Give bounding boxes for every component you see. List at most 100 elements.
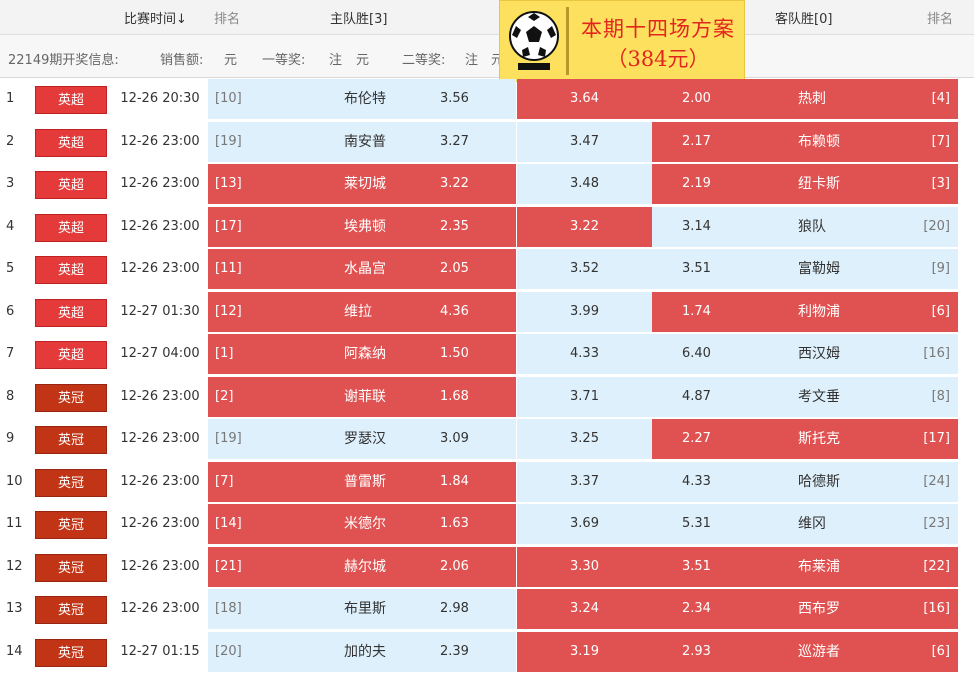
promo-divider	[566, 7, 569, 75]
away-team: 布赖顿	[798, 133, 840, 150]
away-win-cell[interactable]: 2.19 纽卡斯 [3]	[652, 164, 958, 204]
away-win-cell[interactable]: 4.87 考文垂 [8]	[652, 376, 958, 417]
draw-odds-cell[interactable]: 4.33	[517, 334, 652, 374]
row-edge-cell	[958, 589, 974, 629]
league-badge[interactable]: 英超	[35, 128, 107, 157]
away-win-cell[interactable]: 4.33 哈德斯 [24]	[652, 461, 958, 502]
away-odds: 4.87	[682, 388, 711, 404]
home-odds: 2.06	[440, 558, 469, 574]
league-badge[interactable]: 英冠	[35, 468, 107, 497]
second-prize-label: 二等奖:	[402, 53, 446, 68]
away-odds: 5.31	[682, 516, 711, 531]
home-win-cell[interactable]: [2] 谢菲联 1.68	[208, 376, 516, 417]
draw-odds-cell[interactable]: 3.30	[517, 546, 652, 587]
home-win-cell[interactable]: [20] 加的夫 2.39	[208, 631, 516, 672]
away-win-cell[interactable]: 6.40 西汉姆 [16]	[652, 334, 958, 374]
match-time: 12-26 23:00	[112, 248, 208, 291]
draw-odds-cell[interactable]: 3.71	[517, 376, 652, 417]
draw-odds-cell[interactable]: 3.22	[517, 206, 652, 247]
away-win-cell[interactable]: 5.31 维冈 [23]	[652, 504, 958, 544]
home-win-cell[interactable]: [10] 布伦特 3.56	[208, 79, 516, 119]
sort-by-time-header[interactable]: 比赛时间↓	[124, 8, 187, 27]
away-win-cell[interactable]: 2.17 布赖顿 [7]	[652, 121, 958, 162]
home-win-cell[interactable]: [19] 南安普 3.27	[208, 121, 516, 162]
match-number: 1	[0, 78, 35, 121]
away-odds: 2.00	[682, 91, 711, 106]
away-team: 西布罗	[798, 601, 840, 617]
home-win-cell[interactable]: [11] 水晶宫 2.05	[208, 249, 516, 289]
league-badge[interactable]: 英超	[35, 341, 107, 369]
draw-odds-cell[interactable]: 3.19	[517, 631, 652, 672]
away-rank: [22]	[923, 558, 950, 574]
home-win-cell[interactable]: [7] 普雷斯 1.84	[208, 461, 516, 502]
table-row: 13 英冠 12-26 23:00 [18] 布里斯 2.98 3.24 2.34 西布罗 [16…	[0, 588, 974, 631]
draw-info-bar: 22149期开奖信息: 销售额: 元 一等奖: 注 元 二等奖: 注 元	[0, 35, 974, 78]
away-odds: 2.17	[682, 133, 711, 149]
draw-odds-cell[interactable]: 3.37	[517, 461, 652, 502]
away-win-cell[interactable]: 2.00 热刺 [4]	[652, 79, 958, 119]
home-odds: 2.05	[440, 261, 469, 276]
row-edge-cell	[958, 121, 974, 162]
away-win-cell[interactable]: 1.74 利物浦 [6]	[652, 291, 958, 332]
home-odds: 1.68	[440, 388, 469, 404]
promo-banner[interactable]: 本期十四场方案 （384元）	[499, 0, 745, 82]
row-edge-cell	[958, 206, 974, 247]
home-team: 罗瑟汉	[344, 431, 386, 447]
home-win-cell[interactable]: [13] 莱切城 3.22	[208, 164, 516, 204]
home-rank: [21]	[215, 558, 242, 574]
away-win-cell[interactable]: 2.34 西布罗 [16]	[652, 589, 958, 629]
home-odds: 3.27	[440, 133, 469, 149]
away-rank: [16]	[923, 601, 950, 616]
draw-odds-cell[interactable]: 3.25	[517, 419, 652, 459]
first-prize-count-unit: 注	[329, 53, 343, 68]
draw-odds-cell[interactable]: 3.48	[517, 164, 652, 204]
away-team: 哈德斯	[798, 473, 840, 490]
table-row: 6 英超 12-27 01:30 [12] 维拉 4.36 3.99 1.74 利物浦 [6]	[0, 290, 974, 333]
draw-odds-cell[interactable]: 3.52	[517, 249, 652, 289]
away-win-cell[interactable]: 3.14 狼队 [20]	[652, 206, 958, 247]
away-win-cell[interactable]: 3.51 富勒姆 [9]	[652, 249, 958, 289]
away-win-cell[interactable]: 2.93 巡游者 [6]	[652, 631, 958, 672]
away-odds: 3.14	[682, 218, 711, 234]
league-badge[interactable]: 英冠	[35, 383, 107, 412]
league-badge[interactable]: 英冠	[35, 426, 107, 454]
table-row: 9 英冠 12-26 23:00 [19] 罗瑟汉 3.09 3.25 2.27 斯托克 [17]	[0, 418, 974, 461]
league-badge[interactable]: 英超	[35, 171, 107, 199]
draw-odds-cell[interactable]: 3.24	[517, 589, 652, 629]
league-badge[interactable]: 英冠	[35, 596, 107, 624]
away-odds: 2.19	[682, 176, 711, 191]
home-win-cell[interactable]: [19] 罗瑟汉 3.09	[208, 419, 516, 459]
home-win-cell[interactable]: [21] 赫尔城 2.06	[208, 546, 516, 587]
sales-label: 销售额:	[160, 53, 204, 68]
home-rank: [1]	[215, 346, 234, 361]
issue-label: 22149期开奖信息:	[8, 53, 119, 68]
league-badge[interactable]: 英超	[35, 298, 107, 327]
away-win-cell[interactable]: 2.27 斯托克 [17]	[652, 419, 958, 459]
away-rank: [7]	[931, 133, 950, 149]
away-rank-header: 排名	[927, 12, 954, 27]
away-rank: [20]	[923, 218, 950, 234]
league-badge[interactable]: 英冠	[35, 511, 107, 539]
draw-odds-cell[interactable]: 3.64	[517, 79, 652, 119]
home-rank: [11]	[215, 261, 242, 276]
league-badge[interactable]: 英超	[35, 213, 107, 242]
away-team: 巡游者	[798, 643, 840, 660]
draw-odds-cell[interactable]: 3.47	[517, 121, 652, 162]
soccer-ball-icon	[509, 11, 559, 70]
league-badge[interactable]: 英冠	[35, 638, 107, 667]
draw-odds-cell[interactable]: 3.99	[517, 291, 652, 332]
home-win-cell[interactable]: [12] 维拉 4.36	[208, 291, 516, 332]
away-team: 考文垂	[798, 388, 840, 405]
home-win-cell[interactable]: [1] 阿森纳 1.50	[208, 334, 516, 374]
home-team: 阿森纳	[344, 346, 386, 362]
table-row: 7 英超 12-27 04:00 [1] 阿森纳 1.50 4.33 6.40 西汉姆 [16]	[0, 333, 974, 376]
home-win-cell[interactable]: [17] 埃弗顿 2.35	[208, 206, 516, 247]
league-badge[interactable]: 英超	[35, 86, 107, 114]
home-win-cell[interactable]: [18] 布里斯 2.98	[208, 589, 516, 629]
league-badge[interactable]: 英冠	[35, 553, 107, 582]
match-number: 10	[0, 460, 35, 503]
away-win-cell[interactable]: 3.51 布莱浦 [22]	[652, 546, 958, 587]
home-win-cell[interactable]: [14] 米德尔 1.63	[208, 504, 516, 544]
draw-odds-cell[interactable]: 3.69	[517, 504, 652, 544]
league-badge[interactable]: 英超	[35, 256, 107, 284]
